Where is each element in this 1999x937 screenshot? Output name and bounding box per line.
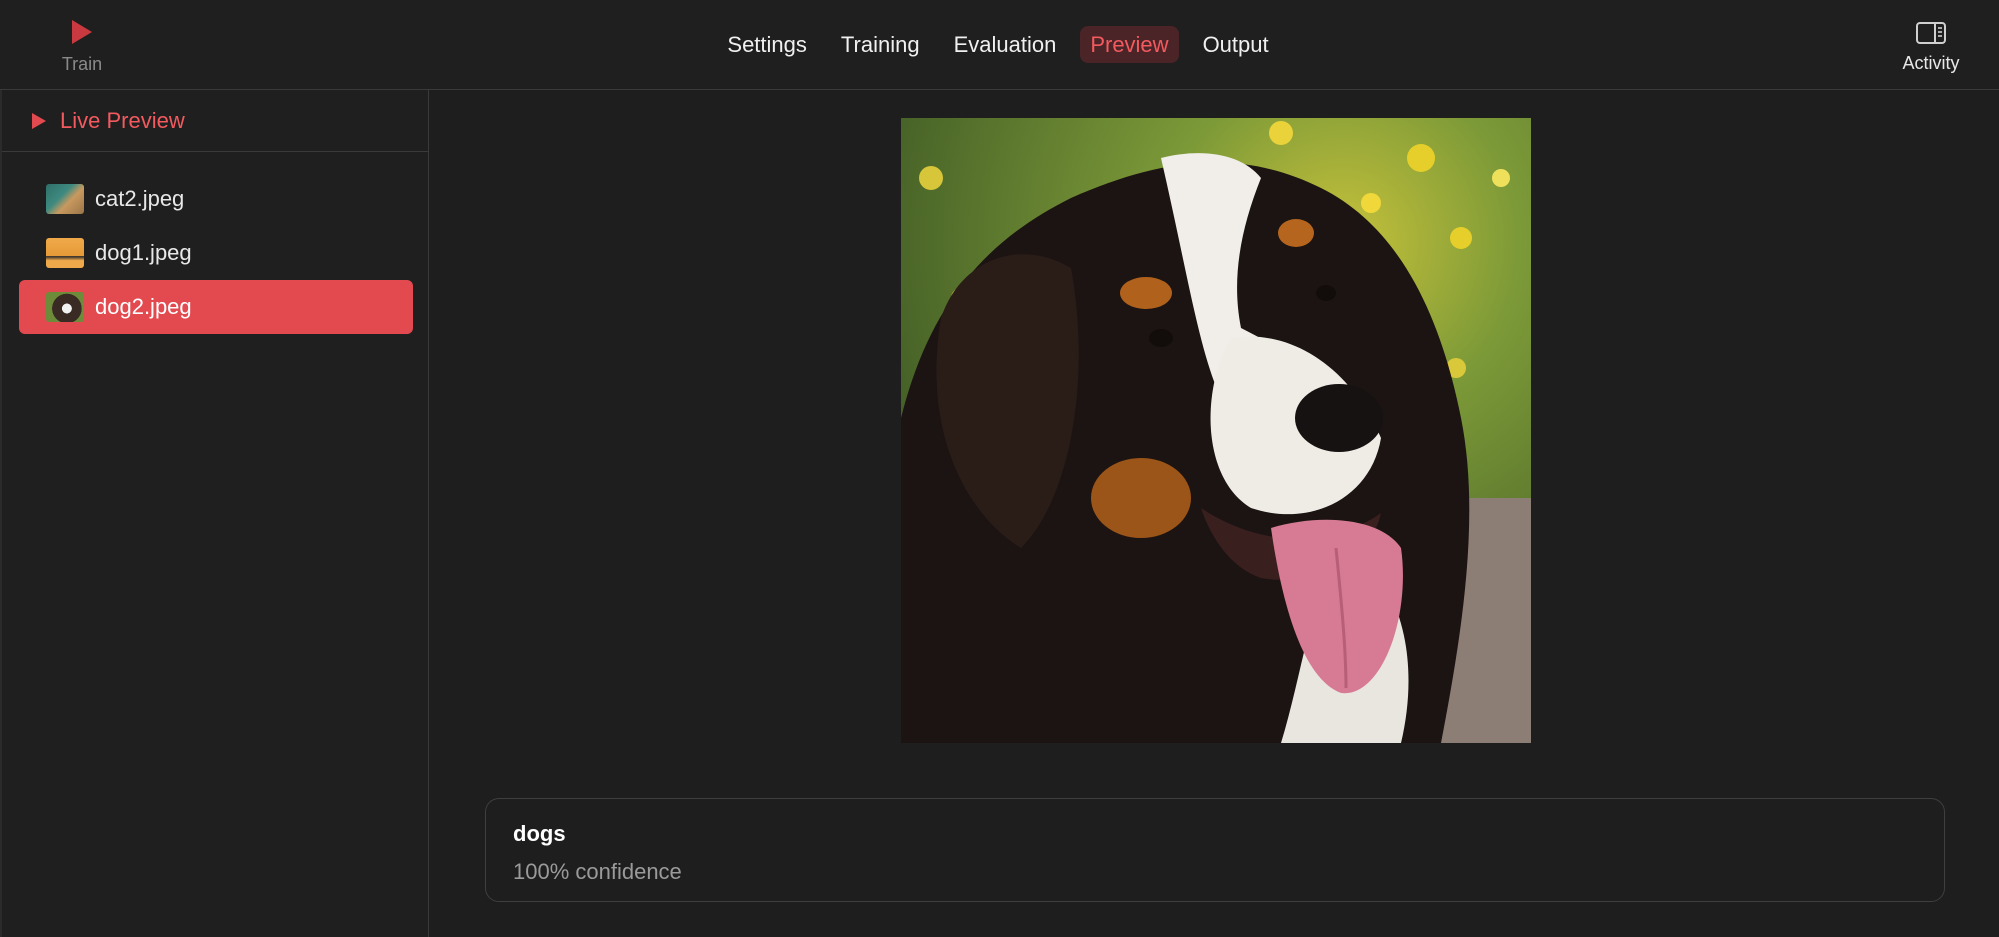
- play-icon: [32, 112, 46, 129]
- sidebar-toggle-icon: [1916, 22, 1946, 44]
- tab-evaluation[interactable]: Evaluation: [944, 26, 1067, 63]
- live-preview-item[interactable]: Live Preview: [2, 90, 428, 152]
- prediction-confidence: 100% confidence: [513, 859, 682, 884]
- file-name: dog1.jpeg: [95, 240, 192, 265]
- prediction-label: dogs: [513, 821, 566, 846]
- train-button[interactable]: Train: [50, 18, 114, 80]
- tab-settings[interactable]: Settings: [717, 26, 817, 63]
- toolbar: Train Settings Training Evaluation Previ…: [0, 0, 1999, 90]
- file-item-dog2[interactable]: dog2.jpeg: [19, 280, 413, 334]
- tab-output[interactable]: Output: [1193, 26, 1279, 63]
- live-preview-label: Live Preview: [60, 107, 185, 133]
- sidebar: Live Preview cat2.jpeg dog1.jpeg dog2.jp…: [0, 90, 429, 937]
- image-thumbnail: [46, 292, 84, 322]
- tab-preview[interactable]: Preview: [1080, 26, 1179, 63]
- file-item-dog1[interactable]: dog1.jpeg: [19, 226, 413, 280]
- dog-photo: [901, 118, 1531, 743]
- activity-button[interactable]: Activity: [1893, 20, 1969, 80]
- train-label: Train: [61, 54, 103, 74]
- preview-area: dogs 100% confidence: [430, 90, 1999, 937]
- file-item-cat2[interactable]: cat2.jpeg: [19, 172, 413, 226]
- preview-image: [901, 118, 1531, 743]
- app-window: Train Settings Training Evaluation Previ…: [0, 0, 1999, 937]
- file-name: dog2.jpeg: [95, 294, 192, 319]
- tab-training[interactable]: Training: [831, 26, 930, 63]
- file-name: cat2.jpeg: [95, 186, 185, 211]
- play-icon: [72, 20, 92, 44]
- file-list: cat2.jpeg dog1.jpeg dog2.jpeg: [2, 152, 428, 334]
- image-thumbnail: [46, 184, 84, 214]
- tab-bar: Settings Training Evaluation Preview Out…: [0, 26, 1999, 63]
- image-thumbnail: [46, 238, 84, 268]
- prediction-result-card: dogs 100% confidence: [485, 798, 1945, 902]
- activity-label: Activity: [1902, 53, 1960, 73]
